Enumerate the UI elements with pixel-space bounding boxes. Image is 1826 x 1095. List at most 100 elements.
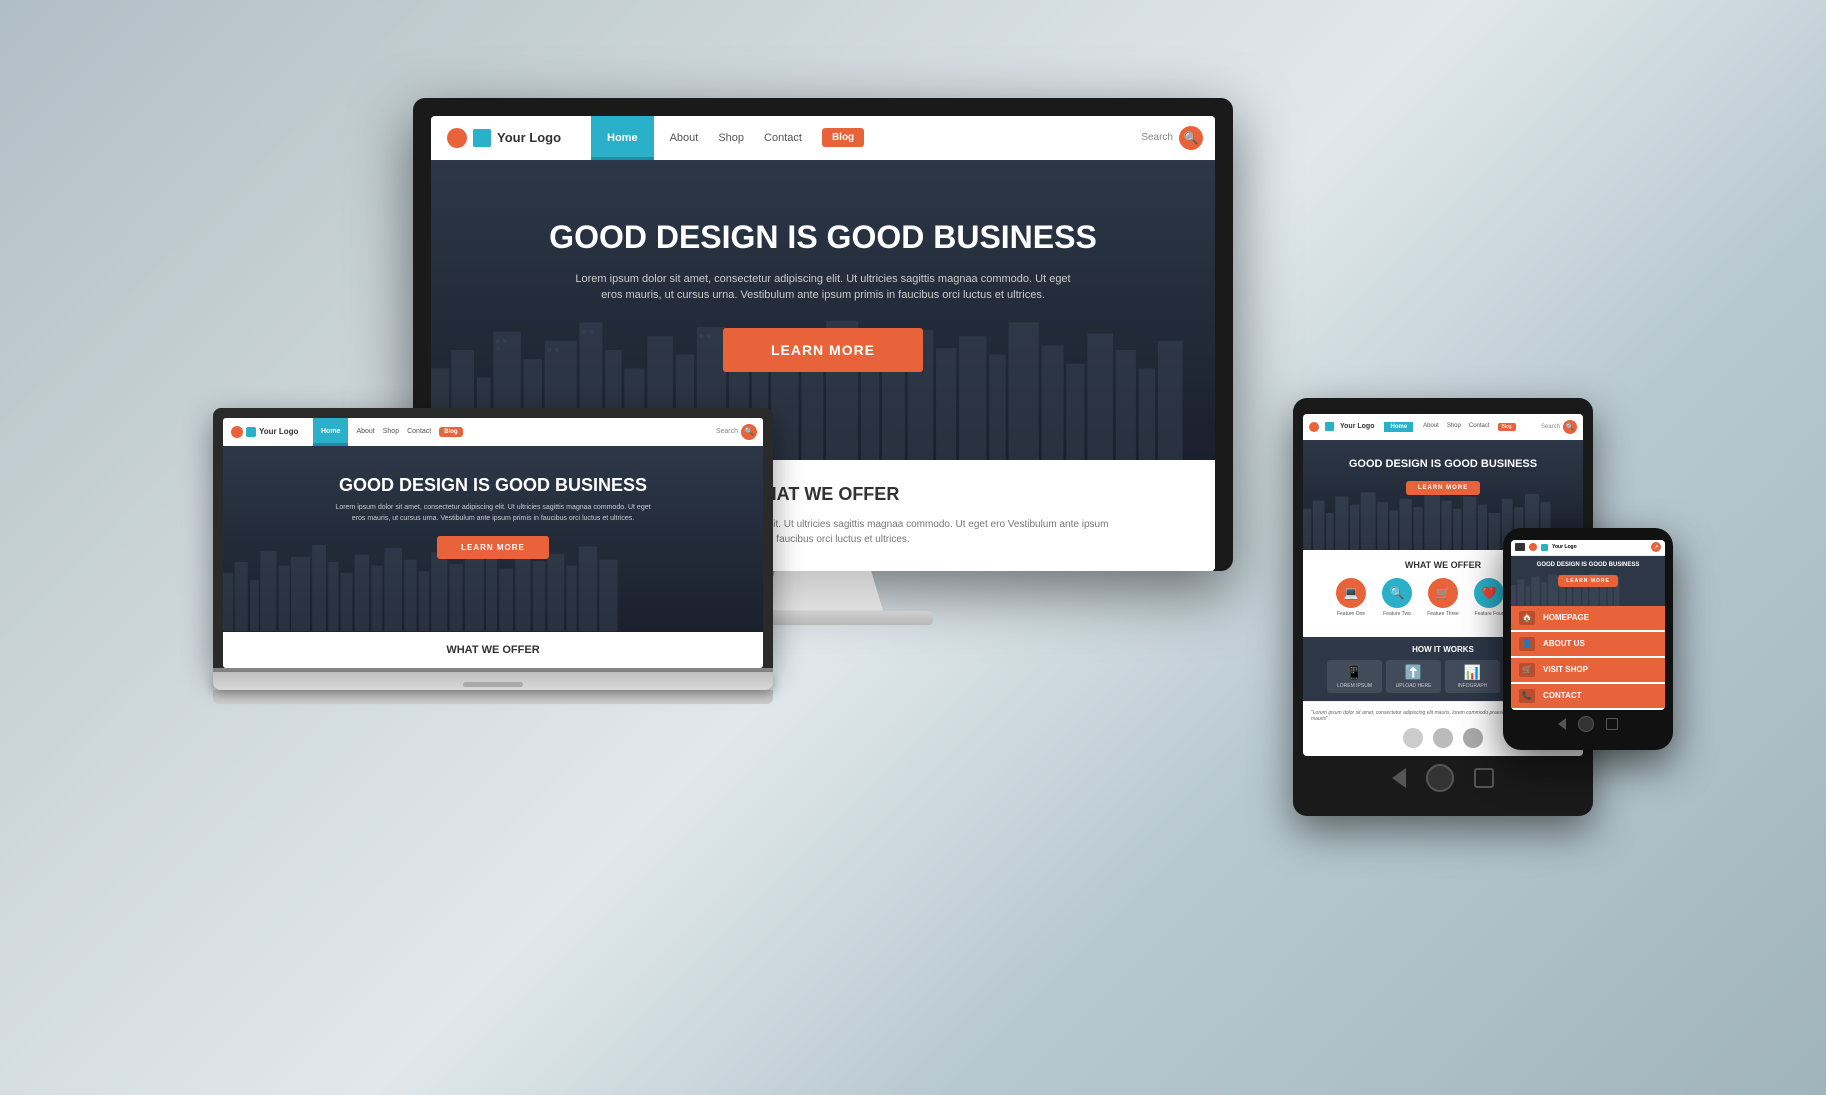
- mobile-hero-title: GOOD DESIGN IS GOOD BUSINESS: [1515, 562, 1661, 569]
- desktop-nav-home[interactable]: Home: [591, 116, 654, 160]
- tablet-offer-label-3: Feature Three: [1423, 611, 1463, 617]
- laptop-bottom: [213, 690, 773, 704]
- mobile-hero: GOOD DESIGN IS GOOD BUSINESS LEARN MORE: [1511, 556, 1665, 606]
- tablet-avatar-1: [1403, 728, 1423, 748]
- laptop-logo-text: Your Logo: [259, 427, 298, 436]
- mobile-menu-list: 🏠 HOMEPAGE 👤 ABOUT US 🛒 VISIT SHOP 📞 CON…: [1511, 606, 1665, 708]
- tablet-logo-circle-icon: [1309, 422, 1319, 432]
- tablet-learn-more-button[interactable]: LEARN MORE: [1406, 481, 1480, 495]
- laptop-screen: Your Logo Home About Shop Contact Blog S…: [223, 418, 763, 668]
- tablet-offer-item-2: 🔍 Feature Two: [1377, 578, 1417, 617]
- logo-square-icon: [473, 129, 491, 147]
- tablet-nav-links: About Shop Contact Blog: [1417, 423, 1521, 431]
- laptop-offer-title: WHAT WE OFFER: [243, 644, 743, 656]
- tablet-apps-icon[interactable]: [1474, 768, 1494, 788]
- tablet-offer-label-1: Feature One: [1331, 611, 1371, 617]
- laptop-logo-square-icon: [246, 427, 256, 437]
- laptop-offer-section: WHAT WE OFFER: [223, 632, 763, 668]
- laptop-navbar: Your Logo Home About Shop Contact Blog S…: [223, 418, 763, 446]
- mobile-search-icon[interactable]: ↗: [1651, 542, 1661, 552]
- desktop-nav-shop[interactable]: Shop: [718, 132, 744, 144]
- tablet-hero-title: GOOD DESIGN IS GOOD BUSINESS: [1311, 458, 1575, 470]
- laptop-nav-about[interactable]: About: [356, 428, 374, 435]
- tablet-step-2: ⬆️ UPLOAD HERE: [1386, 660, 1441, 693]
- tablet-step-3-label: INFOGRAPH: [1449, 683, 1496, 689]
- laptop-hero: GOOD DESIGN IS GOOD BUSINESS Lorem ipsum…: [223, 446, 763, 632]
- desktop-nav-about[interactable]: About: [670, 132, 699, 144]
- desktop-logo-area: Your Logo: [431, 116, 591, 160]
- mobile-home-bar: [1511, 710, 1665, 738]
- laptop-logo-circle-icon: [231, 426, 243, 438]
- mobile-logo-square-icon: [1541, 544, 1548, 551]
- desktop-nav-links: About Shop Contact Blog: [654, 116, 1130, 160]
- mobile-about-icon: 👤: [1519, 637, 1535, 651]
- mobile-device: Your Logo ↗: [1503, 528, 1673, 750]
- tablet-avatar-3: [1463, 728, 1483, 748]
- mobile-learn-more-button[interactable]: LEARN MORE: [1558, 575, 1618, 587]
- tablet-avatar-2: [1433, 728, 1453, 748]
- tablet-nav-home[interactable]: Home: [1384, 422, 1413, 432]
- laptop-nav-home[interactable]: Home: [313, 418, 348, 446]
- tablet-nav-shop[interactable]: Shop: [1447, 423, 1461, 431]
- desktop-stand: [763, 571, 883, 611]
- tablet-navbar: Your Logo Home About Shop Contact Blog S…: [1303, 414, 1583, 440]
- tablet-logo-text: Your Logo: [1340, 423, 1374, 430]
- laptop-learn-more-button[interactable]: LEARN MORE: [437, 536, 549, 559]
- mobile-screen: Your Logo ↗: [1511, 540, 1665, 710]
- tablet-offer-icon-4: ❤️: [1474, 578, 1504, 608]
- tablet-offer-icon-1: 💻: [1336, 578, 1366, 608]
- mobile-menu-item-shop[interactable]: 🛒 VISIT SHOP: [1511, 658, 1665, 682]
- mobile-homepage-icon: 🏠: [1519, 611, 1535, 625]
- tablet-nav-contact[interactable]: Contact: [1469, 423, 1490, 431]
- desktop-nav-blog[interactable]: Blog: [822, 128, 864, 147]
- tablet-nav-about[interactable]: About: [1423, 423, 1439, 431]
- mobile-apps-icon[interactable]: [1606, 718, 1618, 730]
- mobile-contact-icon: 📞: [1519, 689, 1535, 703]
- laptop-device: Your Logo Home About Shop Contact Blog S…: [213, 408, 773, 704]
- tablet-step-1: 📱 LOREM IPSUM: [1327, 660, 1382, 693]
- laptop-nav-links: About Shop Contact Blog: [348, 418, 709, 446]
- tablet-step-2-label: UPLOAD HERE: [1390, 683, 1437, 689]
- mobile-logo-circle-icon: [1529, 543, 1537, 551]
- desktop-navbar: Your Logo Home About Shop Contact Blog S…: [431, 116, 1215, 160]
- laptop-base: [213, 672, 773, 690]
- desktop-nav-contact[interactable]: Contact: [764, 132, 802, 144]
- mobile-menu-homepage-label: HOMEPAGE: [1543, 613, 1589, 622]
- desktop-logo-text: Your Logo: [497, 130, 561, 145]
- mobile-menu-item-contact[interactable]: 📞 CONTACT: [1511, 684, 1665, 708]
- mobile-menu-icon[interactable]: [1515, 543, 1525, 551]
- laptop-nav-shop[interactable]: Shop: [383, 428, 399, 435]
- tablet-step-3: 📊 INFOGRAPH: [1445, 660, 1500, 693]
- tablet-step-2-icon: ⬆️: [1390, 664, 1437, 681]
- laptop-nav-blog[interactable]: Blog: [439, 427, 462, 437]
- tablet-step-1-label: LOREM IPSUM: [1331, 683, 1378, 689]
- search-icon[interactable]: 🔍: [1179, 126, 1203, 150]
- mobile-hero-content: GOOD DESIGN IS GOOD BUSINESS LEARN MORE: [1515, 562, 1661, 587]
- laptop-search-icon[interactable]: 🔍: [741, 424, 757, 440]
- mobile-home-button[interactable]: [1578, 716, 1594, 732]
- desktop-nav-search: Search 🔍: [1129, 116, 1215, 160]
- laptop-hero-content: GOOD DESIGN IS GOOD BUSINESS Lorem ipsum…: [235, 466, 751, 560]
- laptop-search-label: Search: [716, 428, 738, 435]
- laptop-logo-area: Your Logo: [223, 418, 313, 446]
- desktop-search-label: Search: [1141, 132, 1173, 143]
- desktop-hero-title: GOOD DESIGN IS GOOD BUSINESS: [451, 220, 1195, 255]
- desktop-learn-more-button[interactable]: LEARN MORE: [723, 328, 923, 372]
- mobile-top-bar: Your Logo ↗: [1511, 540, 1665, 556]
- mobile-menu-contact-label: CONTACT: [1543, 691, 1582, 700]
- mobile-back-icon[interactable]: [1558, 718, 1566, 730]
- tablet-nav-blog[interactable]: Blog: [1498, 423, 1516, 431]
- logo-circle-icon: [447, 128, 467, 148]
- tablet-logo-square-icon: [1325, 422, 1334, 431]
- tablet-home-bar: [1303, 756, 1583, 800]
- mobile-menu-item-homepage[interactable]: 🏠 HOMEPAGE: [1511, 606, 1665, 630]
- laptop-screen-outer: Your Logo Home About Shop Contact Blog S…: [213, 408, 773, 668]
- tablet-search-icon[interactable]: 🔍: [1563, 420, 1577, 434]
- mobile-logo-text: Your Logo: [1552, 544, 1577, 550]
- mobile-menu-item-about[interactable]: 👤 ABOUT US: [1511, 632, 1665, 656]
- laptop-nav-contact[interactable]: Contact: [407, 428, 431, 435]
- desktop-hero-subtitle: Lorem ipsum dolor sit amet, consectetur …: [573, 271, 1073, 304]
- tablet-home-button[interactable]: [1426, 764, 1454, 792]
- tablet-back-icon[interactable]: [1392, 768, 1406, 788]
- laptop-hero-subtitle: Lorem ipsum dolor sit amet, consectetur …: [333, 503, 653, 524]
